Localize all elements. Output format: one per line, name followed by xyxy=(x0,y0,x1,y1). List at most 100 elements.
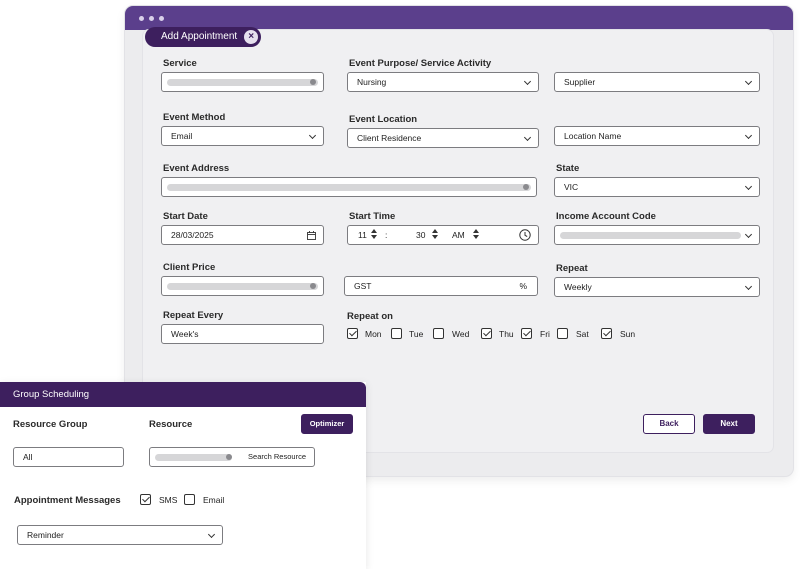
income-account-code-label: Income Account Code xyxy=(556,211,656,222)
supplier-value: Supplier xyxy=(564,77,596,87)
hour-value: 11 xyxy=(358,230,367,240)
event-address-label: Event Address xyxy=(163,163,230,174)
resource-label: Resource xyxy=(149,419,193,430)
day-label: Sun xyxy=(620,329,636,339)
repeat-on-label: Repeat on xyxy=(347,311,393,322)
window-dot-icon xyxy=(149,16,154,21)
day-label: Wed xyxy=(452,329,470,339)
income-account-code-select[interactable] xyxy=(554,225,760,245)
repeat-every-label: Repeat Every xyxy=(163,310,224,321)
clear-icon[interactable] xyxy=(226,454,232,460)
message-type-select[interactable]: Reminder xyxy=(17,525,223,545)
supplier-select[interactable]: Supplier xyxy=(554,72,760,92)
placeholder-bar xyxy=(167,283,318,290)
repeat-value: Weekly xyxy=(564,282,592,292)
ampm-value: AM xyxy=(452,230,465,240)
resource-search-input[interactable]: Search Resource xyxy=(149,447,315,467)
checkbox-sat[interactable] xyxy=(557,328,568,339)
gst-input[interactable]: GST % xyxy=(344,276,538,296)
chevron-down-icon xyxy=(744,282,753,291)
event-location-select[interactable]: Client Residence xyxy=(347,128,539,148)
message-type-value: Reminder xyxy=(27,530,64,540)
minute-stepper-icon[interactable] xyxy=(432,229,438,241)
checkbox-sun[interactable] xyxy=(601,328,612,339)
percent-suffix: % xyxy=(519,281,527,291)
chevron-down-icon xyxy=(744,77,753,86)
next-button[interactable]: Next xyxy=(703,414,755,434)
chevron-down-icon xyxy=(308,131,317,140)
day-label: Thu xyxy=(499,329,514,339)
clear-icon[interactable] xyxy=(310,283,316,289)
placeholder-bar xyxy=(167,79,318,86)
sms-label: SMS xyxy=(159,495,178,505)
placeholder-bar xyxy=(560,232,741,239)
clear-icon[interactable] xyxy=(523,184,529,190)
start-time-input[interactable]: 11 : 30 AM xyxy=(347,225,539,245)
checkbox-thu[interactable] xyxy=(481,328,492,339)
clock-icon[interactable] xyxy=(519,229,531,241)
state-select[interactable]: VIC xyxy=(554,177,760,197)
start-date-input[interactable]: 28/03/2025 xyxy=(161,225,324,245)
optimizer-button[interactable]: Optimizer xyxy=(301,414,353,434)
window-dot-icon xyxy=(139,16,144,21)
close-icon[interactable]: × xyxy=(244,30,259,44)
event-purpose-select[interactable]: Nursing xyxy=(347,72,539,92)
hour-stepper-icon[interactable] xyxy=(371,229,377,241)
start-date-value: 28/03/2025 xyxy=(171,230,214,240)
chevron-down-icon xyxy=(744,182,753,191)
resource-group-select[interactable]: All xyxy=(13,447,124,467)
tab-title: Add Appointment xyxy=(161,31,238,42)
day-label: Sat xyxy=(576,329,589,339)
state-value: VIC xyxy=(564,182,579,192)
search-resource-label: Search Resource xyxy=(248,452,306,461)
gst-value: GST xyxy=(354,281,372,291)
checkbox-wed[interactable] xyxy=(433,328,444,339)
event-method-select[interactable]: Email xyxy=(161,126,324,146)
service-input[interactable] xyxy=(161,72,324,92)
location-name-value: Location Name xyxy=(564,131,622,141)
repeat-every-value: Week's xyxy=(171,329,199,339)
clear-icon[interactable] xyxy=(310,79,316,85)
chevron-down-icon xyxy=(207,530,216,539)
repeat-select[interactable]: Weekly xyxy=(554,277,760,297)
chevron-down-icon xyxy=(523,133,532,142)
placeholder-bar xyxy=(167,184,531,191)
event-purpose-label: Event Purpose/ Service Activity xyxy=(349,58,492,69)
checkbox-sms[interactable] xyxy=(140,494,151,505)
checkbox-tue[interactable] xyxy=(391,328,402,339)
resource-group-value: All xyxy=(23,452,33,462)
state-label: State xyxy=(556,163,580,174)
email-label: Email xyxy=(203,495,225,505)
client-price-input[interactable] xyxy=(161,276,324,296)
start-date-label: Start Date xyxy=(163,211,208,222)
checkbox-email[interactable] xyxy=(184,494,195,505)
event-purpose-value: Nursing xyxy=(357,77,387,87)
start-time-label: Start Time xyxy=(349,211,396,222)
event-address-input[interactable] xyxy=(161,177,537,197)
calendar-icon[interactable] xyxy=(307,231,316,240)
service-label: Service xyxy=(163,58,197,69)
resource-group-label: Resource Group xyxy=(13,419,88,430)
back-button[interactable]: Back xyxy=(643,414,695,434)
time-separator: : xyxy=(385,230,388,240)
chevron-down-icon xyxy=(744,131,753,140)
group-scheduling-title: Group Scheduling xyxy=(0,382,366,407)
window-dot-icon xyxy=(159,16,164,21)
chevron-down-icon xyxy=(744,230,753,239)
checkbox-mon[interactable] xyxy=(347,328,358,339)
repeat-every-input[interactable]: Week's xyxy=(161,324,324,344)
chevron-down-icon xyxy=(523,77,532,86)
event-method-value: Email xyxy=(171,131,193,141)
day-label: Tue xyxy=(409,329,424,339)
day-label: Mon xyxy=(365,329,382,339)
tab-add-appointment[interactable]: Add Appointment × xyxy=(145,27,262,47)
repeat-label: Repeat xyxy=(556,263,588,274)
day-label: Fri xyxy=(540,329,550,339)
location-name-select[interactable]: Location Name xyxy=(554,126,760,146)
ampm-stepper-icon[interactable] xyxy=(473,229,479,241)
event-method-label: Event Method xyxy=(163,112,226,123)
minute-value: 30 xyxy=(416,230,426,240)
placeholder-bar xyxy=(155,454,232,461)
client-price-label: Client Price xyxy=(163,262,216,273)
checkbox-fri[interactable] xyxy=(521,328,532,339)
